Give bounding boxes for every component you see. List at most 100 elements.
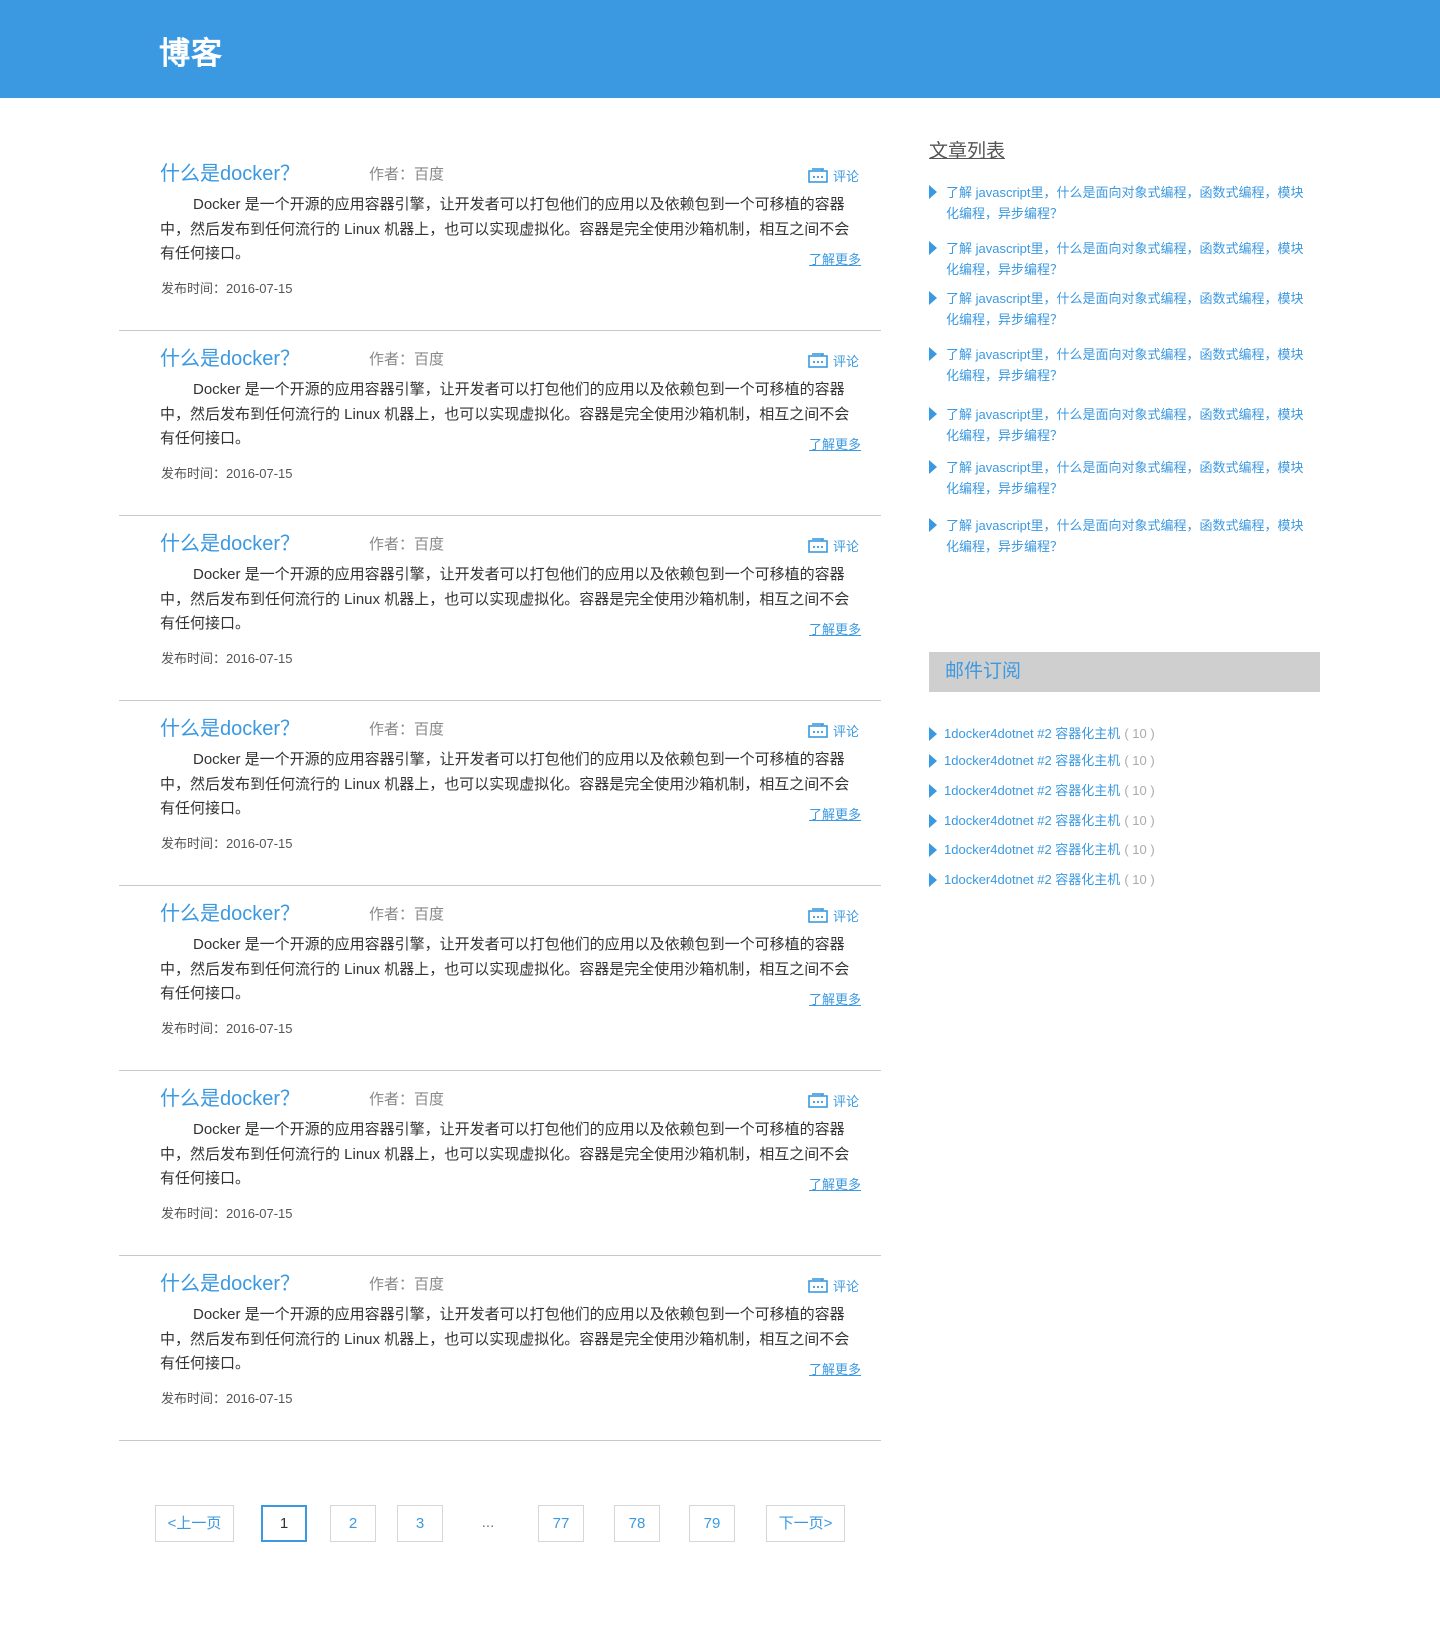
- post-excerpt: Docker 是一个开源的应用容器引擎，让开发者可以打包他们的应用以及依赖包到一…: [160, 381, 850, 447]
- triangle-right-icon: [929, 784, 937, 798]
- article-list-item[interactable]: 了解 javascript里，什么是面向对象式编程，函数式编程，模块化编程，异步…: [929, 404, 1309, 446]
- comment-icon: [808, 537, 833, 553]
- comment-link[interactable]: 评论: [808, 1091, 859, 1109]
- post-title[interactable]: 什么是docker？: [160, 902, 300, 926]
- comment-label: 评论: [833, 1093, 860, 1109]
- triangle-right-icon: [929, 814, 937, 828]
- subscription-item[interactable]: 1docker4dotnet #2 容器化主机( 10 ): [929, 840, 1320, 860]
- subscription-count: ( 10 ): [1124, 726, 1155, 741]
- triangle-right-icon: [929, 407, 937, 421]
- comment-label: 评论: [833, 353, 860, 369]
- comment-label: 评论: [833, 1278, 860, 1294]
- triangle-right-icon: [929, 185, 937, 199]
- triangle-right-icon: [929, 291, 937, 305]
- comment-icon: [808, 1092, 833, 1108]
- comment-link[interactable]: 评论: [808, 1276, 859, 1294]
- subscribe-panel: 邮件订阅: [929, 652, 1320, 692]
- post-excerpt: Docker 是一个开源的应用容器引擎，让开发者可以打包他们的应用以及依赖包到一…: [160, 936, 850, 1002]
- post-item: 什么是docker？ 作者：百度 评论 Docker 是一个开源的应用容器引擎，让开发…: [119, 1256, 881, 1441]
- post-excerpt: Docker 是一个开源的应用容器引擎，让开发者可以打包他们的应用以及依赖包到一…: [160, 1306, 850, 1372]
- next-page-button[interactable]: 下一页>: [766, 1505, 845, 1542]
- post-author: 作者：百度: [369, 906, 445, 923]
- post-title[interactable]: 什么是docker？: [160, 347, 300, 371]
- pagination: <上一页 1 2 3 ... 77 78 79 下一页>: [155, 1505, 875, 1542]
- article-link-text: 了解 javascript里，什么是面向对象式编程，函数式编程，模块化编程，异步…: [946, 518, 1304, 554]
- read-more-link[interactable]: 了解更多: [809, 807, 861, 823]
- subscription-name: 1docker4dotnet #2 容器化主机: [944, 842, 1121, 857]
- article-list-item[interactable]: 了解 javascript里，什么是面向对象式编程，函数式编程，模块化编程，异步…: [929, 344, 1309, 386]
- prev-page-button[interactable]: <上一页: [155, 1505, 234, 1542]
- page-button-2[interactable]: 2: [330, 1505, 376, 1542]
- post-author: 作者：百度: [369, 166, 445, 183]
- read-more-link[interactable]: 了解更多: [809, 622, 861, 638]
- subscription-item[interactable]: 1docker4dotnet #2 容器化主机( 10 ): [929, 724, 1320, 744]
- post-item: 什么是docker？ 作者：百度 评论 Docker 是一个开源的应用容器引擎，让开发…: [119, 146, 881, 331]
- subscription-item[interactable]: 1docker4dotnet #2 容器化主机( 10 ): [929, 751, 1320, 771]
- article-list-heading[interactable]: 文章列表: [929, 140, 1320, 164]
- post-item: 什么是docker？ 作者：百度 评论 Docker 是一个开源的应用容器引擎，让开发…: [119, 886, 881, 1071]
- comment-link[interactable]: 评论: [808, 721, 859, 739]
- read-more-link[interactable]: 了解更多: [809, 252, 861, 268]
- post-title[interactable]: 什么是docker？: [160, 717, 300, 741]
- read-more-link[interactable]: 了解更多: [809, 1362, 861, 1378]
- page-button-77[interactable]: 77: [538, 1505, 584, 1542]
- page-button-78[interactable]: 78: [614, 1505, 660, 1542]
- post-title[interactable]: 什么是docker？: [160, 162, 300, 186]
- article-list-item[interactable]: 了解 javascript里，什么是面向对象式编程，函数式编程，模块化编程，异步…: [929, 457, 1309, 499]
- post-date: 发布时间：2016-07-15: [161, 651, 293, 666]
- comment-link[interactable]: 评论: [808, 906, 859, 924]
- comment-link[interactable]: 评论: [808, 166, 859, 184]
- article-list-item[interactable]: 了解 javascript里，什么是面向对象式编程，函数式编程，模块化编程，异步…: [929, 238, 1309, 280]
- triangle-right-icon: [929, 727, 937, 741]
- post-item: 什么是docker？ 作者：百度 评论 Docker 是一个开源的应用容器引擎，让开发…: [119, 1071, 881, 1256]
- post-author: 作者：百度: [369, 1091, 445, 1108]
- page-button-1[interactable]: 1: [261, 1505, 307, 1542]
- post-item: 什么是docker？ 作者：百度 评论 Docker 是一个开源的应用容器引擎，让开发…: [119, 516, 881, 701]
- comment-icon: [808, 907, 833, 923]
- post-title[interactable]: 什么是docker？: [160, 532, 300, 556]
- site-title[interactable]: 博客: [159, 34, 223, 74]
- post-item: 什么是docker？ 作者：百度 评论 Docker 是一个开源的应用容器引擎，让开发…: [119, 701, 881, 886]
- header-bar: 博客: [0, 0, 1440, 98]
- article-list-item[interactable]: 了解 javascript里，什么是面向对象式编程，函数式编程，模块化编程，异步…: [929, 515, 1309, 557]
- subscription-name: 1docker4dotnet #2 容器化主机: [944, 726, 1121, 741]
- post-excerpt: Docker 是一个开源的应用容器引擎，让开发者可以打包他们的应用以及依赖包到一…: [160, 566, 850, 632]
- triangle-right-icon: [929, 347, 937, 361]
- page-button-79[interactable]: 79: [689, 1505, 735, 1542]
- page-ellipsis: ...: [465, 1505, 511, 1542]
- page-button-3[interactable]: 3: [397, 1505, 443, 1542]
- read-more-link[interactable]: 了解更多: [809, 437, 861, 453]
- subscription-count: ( 10 ): [1124, 842, 1155, 857]
- comment-link[interactable]: 评论: [808, 351, 859, 369]
- comment-label: 评论: [833, 538, 860, 554]
- sidebar: 文章列表 了解 javascript里，什么是面向对象式编程，函数式编程，模块化…: [929, 140, 1320, 887]
- subscription-count: ( 10 ): [1124, 813, 1155, 828]
- comment-link[interactable]: 评论: [808, 536, 859, 554]
- post-title[interactable]: 什么是docker？: [160, 1272, 300, 1296]
- article-list-item[interactable]: 了解 javascript里，什么是面向对象式编程，函数式编程，模块化编程，异步…: [929, 182, 1309, 224]
- triangle-right-icon: [929, 873, 937, 887]
- read-more-link[interactable]: 了解更多: [809, 992, 861, 1008]
- post-author: 作者：百度: [369, 536, 445, 553]
- subscription-item[interactable]: 1docker4dotnet #2 容器化主机( 10 ): [929, 870, 1320, 890]
- subscription-item[interactable]: 1docker4dotnet #2 容器化主机( 10 ): [929, 781, 1320, 801]
- post-author: 作者：百度: [369, 1276, 445, 1293]
- comment-label: 评论: [833, 908, 860, 924]
- subscribe-heading: 邮件订阅: [945, 661, 1022, 682]
- triangle-right-icon: [929, 241, 937, 255]
- comment-icon: [808, 352, 833, 368]
- article-link-text: 了解 javascript里，什么是面向对象式编程，函数式编程，模块化编程，异步…: [946, 347, 1304, 383]
- post-date: 发布时间：2016-07-15: [161, 1391, 293, 1406]
- article-list-item[interactable]: 了解 javascript里，什么是面向对象式编程，函数式编程，模块化编程，异步…: [929, 288, 1309, 330]
- subscription-item[interactable]: 1docker4dotnet #2 容器化主机( 10 ): [929, 811, 1320, 831]
- post-title[interactable]: 什么是docker？: [160, 1087, 300, 1111]
- comment-icon: [808, 167, 833, 183]
- post-date: 发布时间：2016-07-15: [161, 1206, 293, 1221]
- post-author: 作者：百度: [369, 721, 445, 738]
- read-more-link[interactable]: 了解更多: [809, 1177, 861, 1193]
- post-date: 发布时间：2016-07-15: [161, 836, 293, 851]
- article-link-text: 了解 javascript里，什么是面向对象式编程，函数式编程，模块化编程，异步…: [946, 460, 1304, 496]
- article-link-text: 了解 javascript里，什么是面向对象式编程，函数式编程，模块化编程，异步…: [946, 407, 1304, 443]
- post-date: 发布时间：2016-07-15: [161, 281, 293, 296]
- subscription-count: ( 10 ): [1124, 783, 1155, 798]
